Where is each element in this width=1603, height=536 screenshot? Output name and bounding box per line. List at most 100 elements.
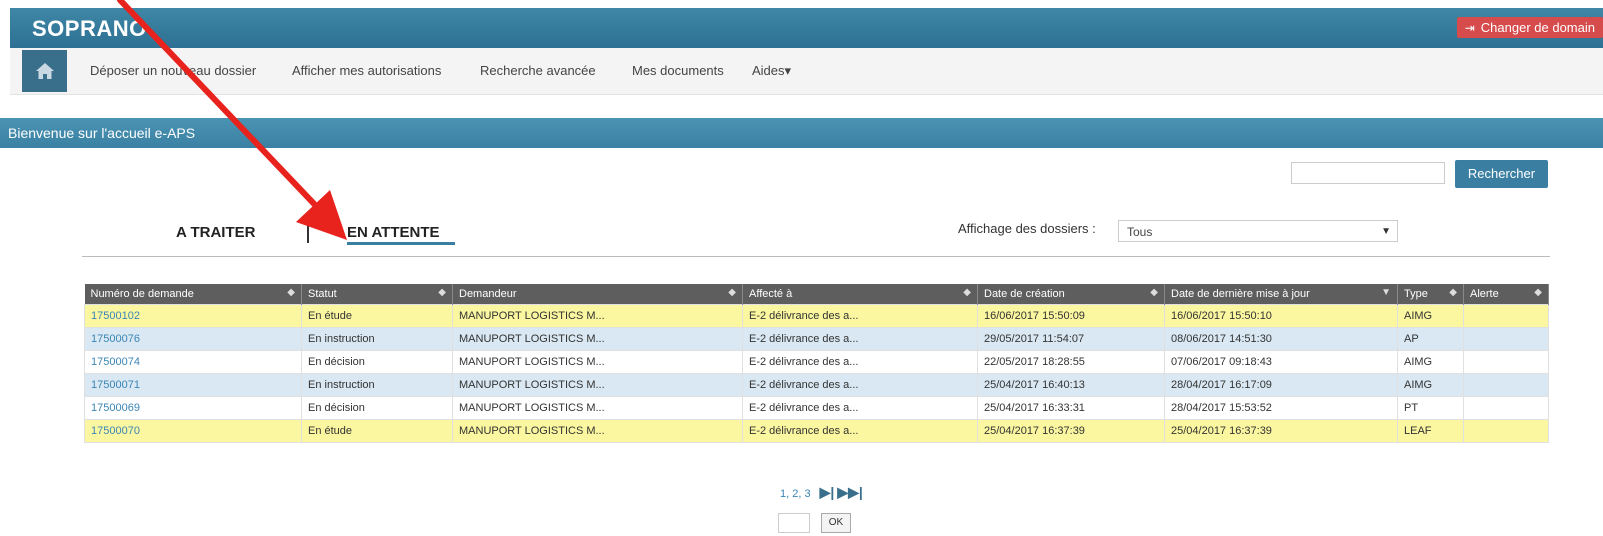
top-header-bar: SOPRANO ⇥ Changer de domain	[10, 8, 1603, 48]
table-row[interactable]: 17500070 En étude MANUPORT LOGISTICS M... E…	[84, 419, 1549, 443]
cell-statut: En instruction	[301, 373, 453, 397]
cell-alerte	[1463, 304, 1549, 328]
cell-numero[interactable]: 17500070	[84, 419, 302, 443]
active-tab-indicator	[347, 242, 455, 245]
cell-type: AP	[1397, 327, 1464, 351]
cell-date-maj: 08/06/2017 14:51:30	[1164, 327, 1398, 351]
col-header-statut[interactable]: Statut ◆	[301, 284, 453, 305]
table-row[interactable]: 17500071 En instruction MANUPORT LOGISTICS…	[84, 373, 1549, 397]
cell-numero[interactable]: 17500071	[84, 373, 302, 397]
sort-icon: ◆	[287, 287, 295, 298]
col-label: Type	[1404, 288, 1428, 300]
sign-out-icon: ⇥	[1464, 21, 1475, 35]
cell-date-maj: 07/06/2017 09:18:43	[1164, 350, 1398, 374]
cell-statut: En décision	[301, 396, 453, 420]
pagination: 1, 2, 3 ▶| ▶▶|	[780, 484, 863, 501]
section-divider	[82, 256, 1550, 257]
annotation-arrow-head	[296, 190, 347, 240]
cell-date-maj: 25/04/2017 16:37:39	[1164, 419, 1398, 443]
tab-a-traiter[interactable]: A TRAITER	[176, 224, 255, 241]
cell-statut: En décision	[301, 350, 453, 374]
cell-date-creation: 25/04/2017 16:40:13	[977, 373, 1165, 397]
cell-numero[interactable]: 17500069	[84, 396, 302, 420]
search-button[interactable]: Rechercher	[1455, 160, 1548, 188]
col-label: Date de dernière mise à jour	[1171, 288, 1310, 300]
cell-numero[interactable]: 17500102	[84, 304, 302, 328]
col-header-type[interactable]: Type ◆	[1397, 284, 1464, 305]
col-label: Demandeur	[459, 288, 517, 300]
table-row[interactable]: 17500076 En instruction MANUPORT LOGISTICS…	[84, 327, 1549, 351]
cell-affecte: E-2 délivrance des a...	[742, 419, 978, 443]
cell-demandeur: MANUPORT LOGISTICS M...	[452, 373, 743, 397]
nav-recherche-avancee[interactable]: Recherche avancée	[480, 63, 596, 78]
cell-type: PT	[1397, 396, 1464, 420]
nav-aides-dropdown[interactable]: Aides▾	[752, 63, 791, 79]
sort-icon: ◆	[728, 287, 736, 298]
page-links[interactable]: 1, 2, 3	[780, 488, 811, 500]
col-header-demandeur[interactable]: Demandeur ◆	[452, 284, 743, 305]
nav-afficher-autorisations[interactable]: Afficher mes autorisations	[292, 63, 441, 78]
cell-date-creation: 22/05/2017 18:28:55	[977, 350, 1165, 374]
page-number-input[interactable]	[778, 513, 810, 533]
change-domain-label: Changer de domain	[1480, 20, 1595, 35]
change-domain-button[interactable]: ⇥ Changer de domain	[1456, 17, 1603, 38]
cell-date-maj: 16/06/2017 15:50:10	[1164, 304, 1398, 328]
nav-mes-documents[interactable]: Mes documents	[632, 63, 724, 78]
filter-label: Affichage des dossiers :	[958, 221, 1096, 236]
table-row[interactable]: 17500102 En étude MANUPORT LOGISTICS M... E…	[84, 304, 1549, 328]
cell-statut: En étude	[301, 304, 453, 328]
col-header-date-maj[interactable]: Date de dernière mise à jour ▼	[1164, 284, 1398, 305]
col-label: Alerte	[1470, 288, 1499, 300]
filter-selected-value: Tous	[1127, 225, 1153, 239]
cell-type: LEAF	[1397, 419, 1464, 443]
chevron-down-icon: ▼	[1381, 226, 1391, 237]
cell-demandeur: MANUPORT LOGISTICS M...	[452, 396, 743, 420]
col-header-date-creation[interactable]: Date de création ◆	[977, 284, 1165, 305]
sort-icon: ◆	[438, 287, 446, 298]
cell-demandeur: MANUPORT LOGISTICS M...	[452, 419, 743, 443]
cell-alerte	[1463, 373, 1549, 397]
cell-date-maj: 28/04/2017 15:53:52	[1164, 396, 1398, 420]
sort-icon: ◆	[1534, 287, 1542, 298]
cell-alerte	[1463, 419, 1549, 443]
sort-icon: ◆	[1449, 287, 1457, 298]
main-navbar: Déposer un nouveau dossier Afficher mes …	[10, 48, 1603, 95]
cell-alerte	[1463, 350, 1549, 374]
nav-deposer-dossier[interactable]: Déposer un nouveau dossier	[90, 63, 256, 78]
home-button[interactable]	[22, 50, 67, 92]
cell-affecte: E-2 délivrance des a...	[742, 304, 978, 328]
welcome-banner: Bienvenue sur l'accueil e-APS	[0, 118, 1603, 148]
sort-icon: ◆	[963, 287, 971, 298]
cell-date-creation: 29/05/2017 11:54:07	[977, 327, 1165, 351]
page-ok-button[interactable]: OK	[821, 513, 851, 533]
col-header-numero[interactable]: Numéro de demande ◆	[84, 284, 302, 305]
home-icon	[35, 63, 54, 79]
tab-separator	[307, 219, 309, 243]
cell-affecte: E-2 délivrance des a...	[742, 373, 978, 397]
col-label: Date de création	[984, 288, 1065, 300]
cell-date-creation: 25/04/2017 16:33:31	[977, 396, 1165, 420]
col-header-affecte[interactable]: Affecté à ◆	[742, 284, 978, 305]
table-row[interactable]: 17500074 En décision MANUPORT LOGISTICS M.…	[84, 350, 1549, 374]
skip-next-icon[interactable]: ▶|	[820, 484, 835, 500]
cell-numero[interactable]: 17500074	[84, 350, 302, 374]
cell-type: AIMG	[1397, 350, 1464, 374]
search-input[interactable]	[1291, 162, 1445, 184]
col-label: Numéro de demande	[90, 288, 194, 300]
sort-desc-icon: ▼	[1381, 287, 1391, 298]
cell-affecte: E-2 délivrance des a...	[742, 350, 978, 374]
cell-numero[interactable]: 17500076	[84, 327, 302, 351]
cell-statut: En instruction	[301, 327, 453, 351]
col-label: Statut	[308, 288, 337, 300]
col-header-alerte[interactable]: Alerte ◆	[1463, 284, 1549, 305]
skip-last-icon[interactable]: ▶▶|	[837, 484, 862, 500]
dossier-filter-select[interactable]: Tous ▼	[1118, 220, 1398, 242]
col-label: Affecté à	[749, 288, 793, 300]
cell-alerte	[1463, 327, 1549, 351]
brand-logo[interactable]: SOPRANO	[32, 16, 147, 42]
cell-type: AIMG	[1397, 304, 1464, 328]
cell-date-creation: 25/04/2017 16:37:39	[977, 419, 1165, 443]
tab-en-attente[interactable]: EN ATTENTE	[347, 224, 440, 241]
table-row[interactable]: 17500069 En décision MANUPORT LOGISTICS M.…	[84, 396, 1549, 420]
cell-affecte: E-2 délivrance des a...	[742, 327, 978, 351]
